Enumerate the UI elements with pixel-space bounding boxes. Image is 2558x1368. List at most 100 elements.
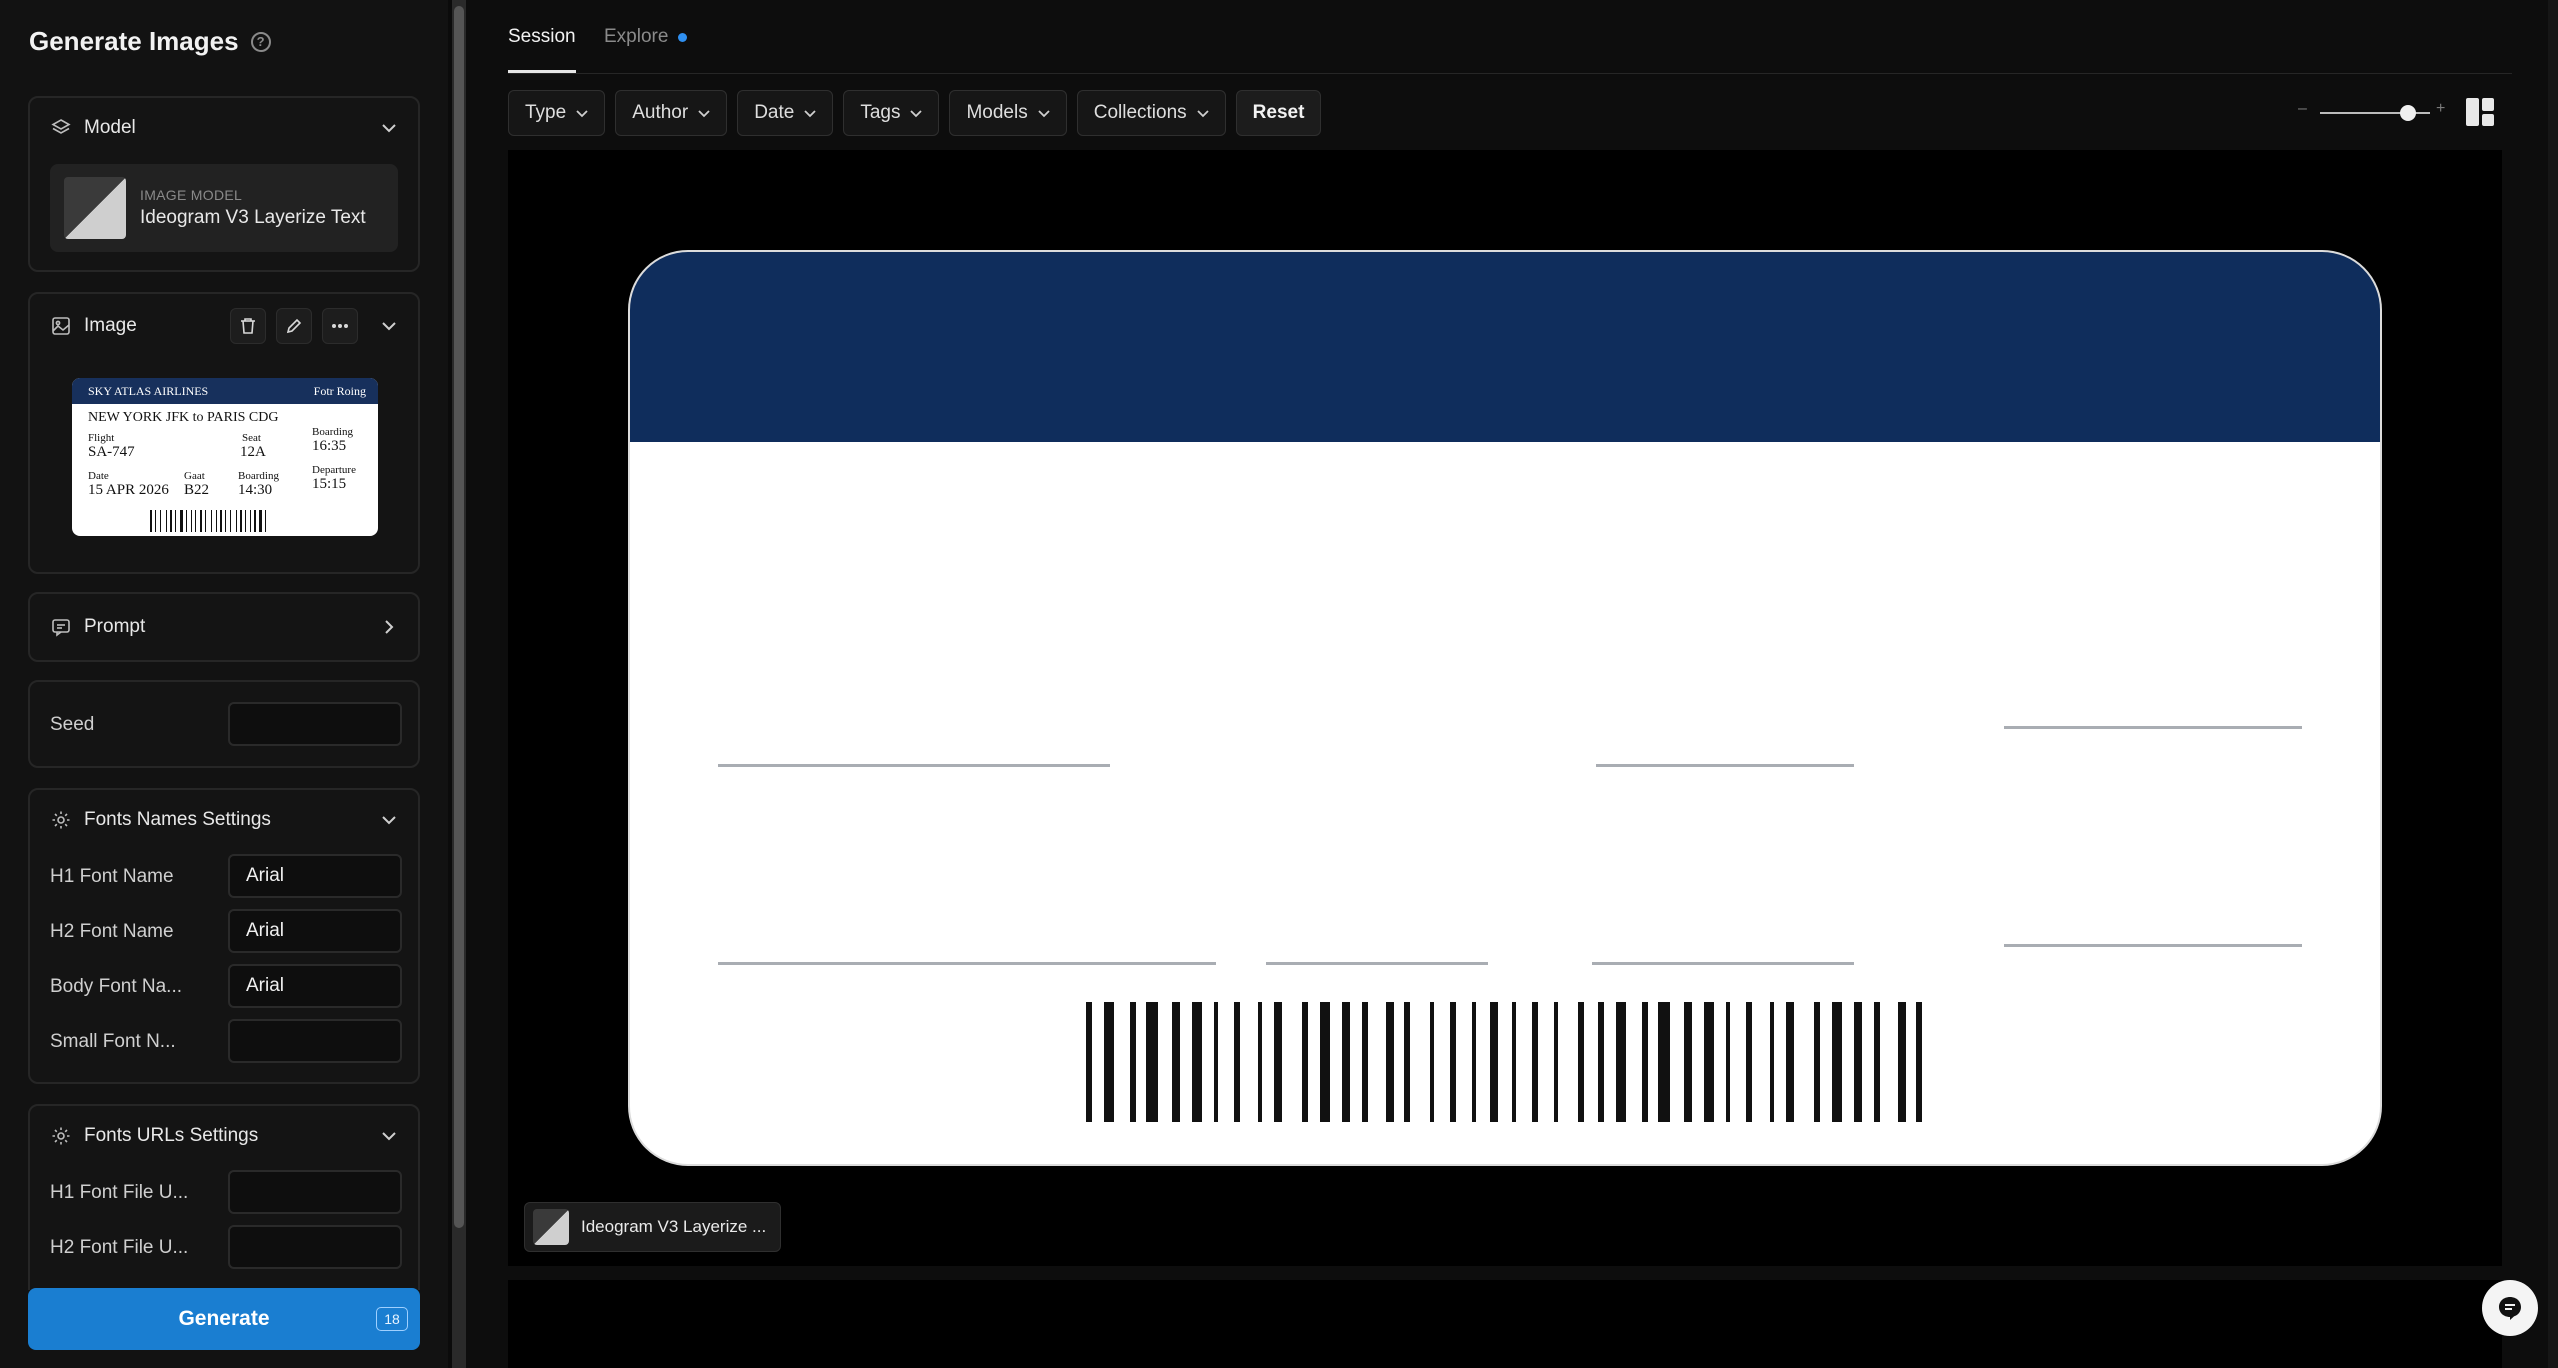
- pencil-icon[interactable]: [276, 308, 312, 344]
- barcode-bar: [223, 510, 224, 532]
- barcode-bar: [153, 510, 154, 532]
- barcode-bar: [236, 510, 237, 532]
- ticket-seat: 12A: [240, 444, 266, 460]
- seed-input[interactable]: [228, 702, 402, 746]
- barcode-bar: [240, 510, 242, 532]
- barcode-bar: [1104, 1002, 1114, 1122]
- model-chip[interactable]: Ideogram V3 Layerize ...: [524, 1202, 782, 1252]
- barcode-bar: [191, 510, 192, 532]
- barcode-bar: [1490, 1002, 1498, 1122]
- barcode-bar: [166, 510, 167, 532]
- ticket-departure: 15:15: [312, 476, 347, 492]
- barcode-bar: [1726, 1002, 1730, 1122]
- barcode-bar: [150, 510, 152, 532]
- notification-dot: [678, 32, 688, 42]
- zoom-handle[interactable]: [2400, 105, 2416, 121]
- next-result[interactable]: [508, 1280, 2502, 1368]
- ticket-passenger: Fotr Roing: [313, 383, 366, 398]
- model-panel-header[interactable]: Model: [50, 98, 400, 158]
- filter-label: Type: [525, 102, 567, 123]
- zoom-out-icon[interactable]: –: [2298, 100, 2307, 118]
- barcode-bar: [1258, 1002, 1262, 1122]
- h2-font-name-label: H2 Font Name: [50, 921, 174, 942]
- sidebar-scrollbar-thumb[interactable]: [454, 6, 464, 1228]
- zoom-slider[interactable]: – +: [2298, 100, 2448, 126]
- tab-explore[interactable]: Explore: [604, 26, 688, 48]
- barcode-bar: [1642, 1002, 1648, 1122]
- card-rule: [718, 764, 1110, 767]
- barcode-bar: [252, 510, 253, 532]
- reset-button[interactable]: Reset: [1235, 90, 1322, 136]
- main-scrollbar[interactable]: [2548, 0, 2558, 1368]
- help-circle-icon[interactable]: ?: [250, 31, 271, 52]
- result-viewer[interactable]: Ideogram V3 Layerize ...: [508, 150, 2502, 1266]
- barcode-bar: [186, 510, 187, 532]
- chevron-down-icon[interactable]: [378, 1125, 400, 1147]
- filter-collections[interactable]: Collections: [1076, 90, 1226, 136]
- barcode-bar: [1746, 1002, 1752, 1122]
- filter-models[interactable]: Models: [949, 90, 1067, 136]
- chevron-down-icon: [804, 102, 816, 124]
- generate-button[interactable]: Generate 18: [28, 1288, 420, 1350]
- prompt-panel-header[interactable]: Prompt: [50, 594, 400, 660]
- small-font-name-input[interactable]: [228, 1019, 402, 1063]
- chevron-down-icon[interactable]: [378, 117, 400, 139]
- ticket-departure-label: Departure: [312, 464, 356, 476]
- model-selector-card[interactable]: IMAGE MODEL Ideogram V3 Layerize Text: [50, 164, 398, 252]
- chat-icon[interactable]: [2482, 1280, 2538, 1336]
- ticket-boarding: 16:35: [312, 438, 347, 454]
- ticket-barcode: [150, 510, 300, 532]
- barcode-bar: [170, 510, 172, 532]
- barcode-bar: [213, 510, 215, 532]
- filter-author[interactable]: Author: [615, 90, 728, 136]
- barcode-bar: [203, 510, 204, 532]
- h1-font-name-input[interactable]: Arial: [228, 854, 402, 898]
- chevron-down-icon: [698, 102, 710, 124]
- h2-font-name-input[interactable]: Arial: [228, 909, 402, 953]
- card-rule: [2004, 944, 2302, 947]
- ticket-boarding-label: Boarding: [312, 426, 353, 438]
- generated-image[interactable]: [628, 250, 2382, 1166]
- barcode-bar: [1130, 1002, 1136, 1122]
- barcode-bar: [1874, 1002, 1880, 1122]
- filter-bar: Type Author Date Tags Models Collections…: [508, 90, 1322, 136]
- filter-type[interactable]: Type: [508, 90, 606, 136]
- barcode-bar: [1898, 1002, 1906, 1122]
- filter-tags[interactable]: Tags: [843, 90, 940, 136]
- fonts-urls-header[interactable]: Fonts URLs Settings: [50, 1106, 400, 1166]
- chevron-down-icon[interactable]: [378, 809, 400, 831]
- ticket-seat-label: Seat: [242, 432, 261, 444]
- ticket-gate-label: Gaat: [184, 470, 205, 482]
- filter-date[interactable]: Date: [737, 90, 834, 136]
- model-chip-thumbnail: [533, 1209, 569, 1245]
- ticket-boarding2-label: Boarding: [238, 470, 279, 482]
- model-chip-label: Ideogram V3 Layerize ...: [581, 1217, 767, 1236]
- sidebar-scrollbar[interactable]: [452, 0, 466, 1368]
- chevron-down-icon[interactable]: [378, 315, 400, 337]
- barcode-bar: [197, 510, 199, 532]
- barcode-bar: [259, 510, 262, 532]
- zoom-in-icon[interactable]: +: [2436, 100, 2445, 118]
- generate-label: Generate: [178, 1307, 270, 1330]
- more-icon[interactable]: [322, 308, 358, 344]
- prompt-panel[interactable]: Prompt: [28, 592, 420, 662]
- barcode-bar: [155, 510, 156, 532]
- fonts-names-header[interactable]: Fonts Names Settings: [50, 790, 400, 850]
- body-font-name-input[interactable]: Arial: [228, 964, 402, 1008]
- barcode-bar: [160, 510, 161, 532]
- layout-grid-icon[interactable]: [2466, 98, 2494, 126]
- image-preview[interactable]: SKY ATLAS AIRLINES Fotr Roing NEW YORK J…: [72, 378, 378, 536]
- filter-label: Author: [632, 102, 689, 123]
- chevron-right-icon[interactable]: [378, 616, 400, 638]
- barcode-bar: [1616, 1002, 1626, 1122]
- sidebar: Generate Images ? Model IMAGE MODEL Ideo…: [0, 0, 448, 1368]
- h1-font-url-input[interactable]: [228, 1170, 402, 1214]
- trash-icon[interactable]: [230, 308, 266, 344]
- fonts-names-title: Fonts Names Settings: [84, 809, 271, 830]
- card-barcode: [1086, 1002, 1928, 1122]
- tab-session[interactable]: Session: [508, 26, 576, 73]
- h2-font-url-input[interactable]: [228, 1225, 402, 1269]
- barcode-bar: [1320, 1002, 1330, 1122]
- prompt-panel-title: Prompt: [84, 616, 146, 637]
- sidebar-scroll-area: Generate Images ? Model IMAGE MODEL Ideo…: [0, 0, 448, 1290]
